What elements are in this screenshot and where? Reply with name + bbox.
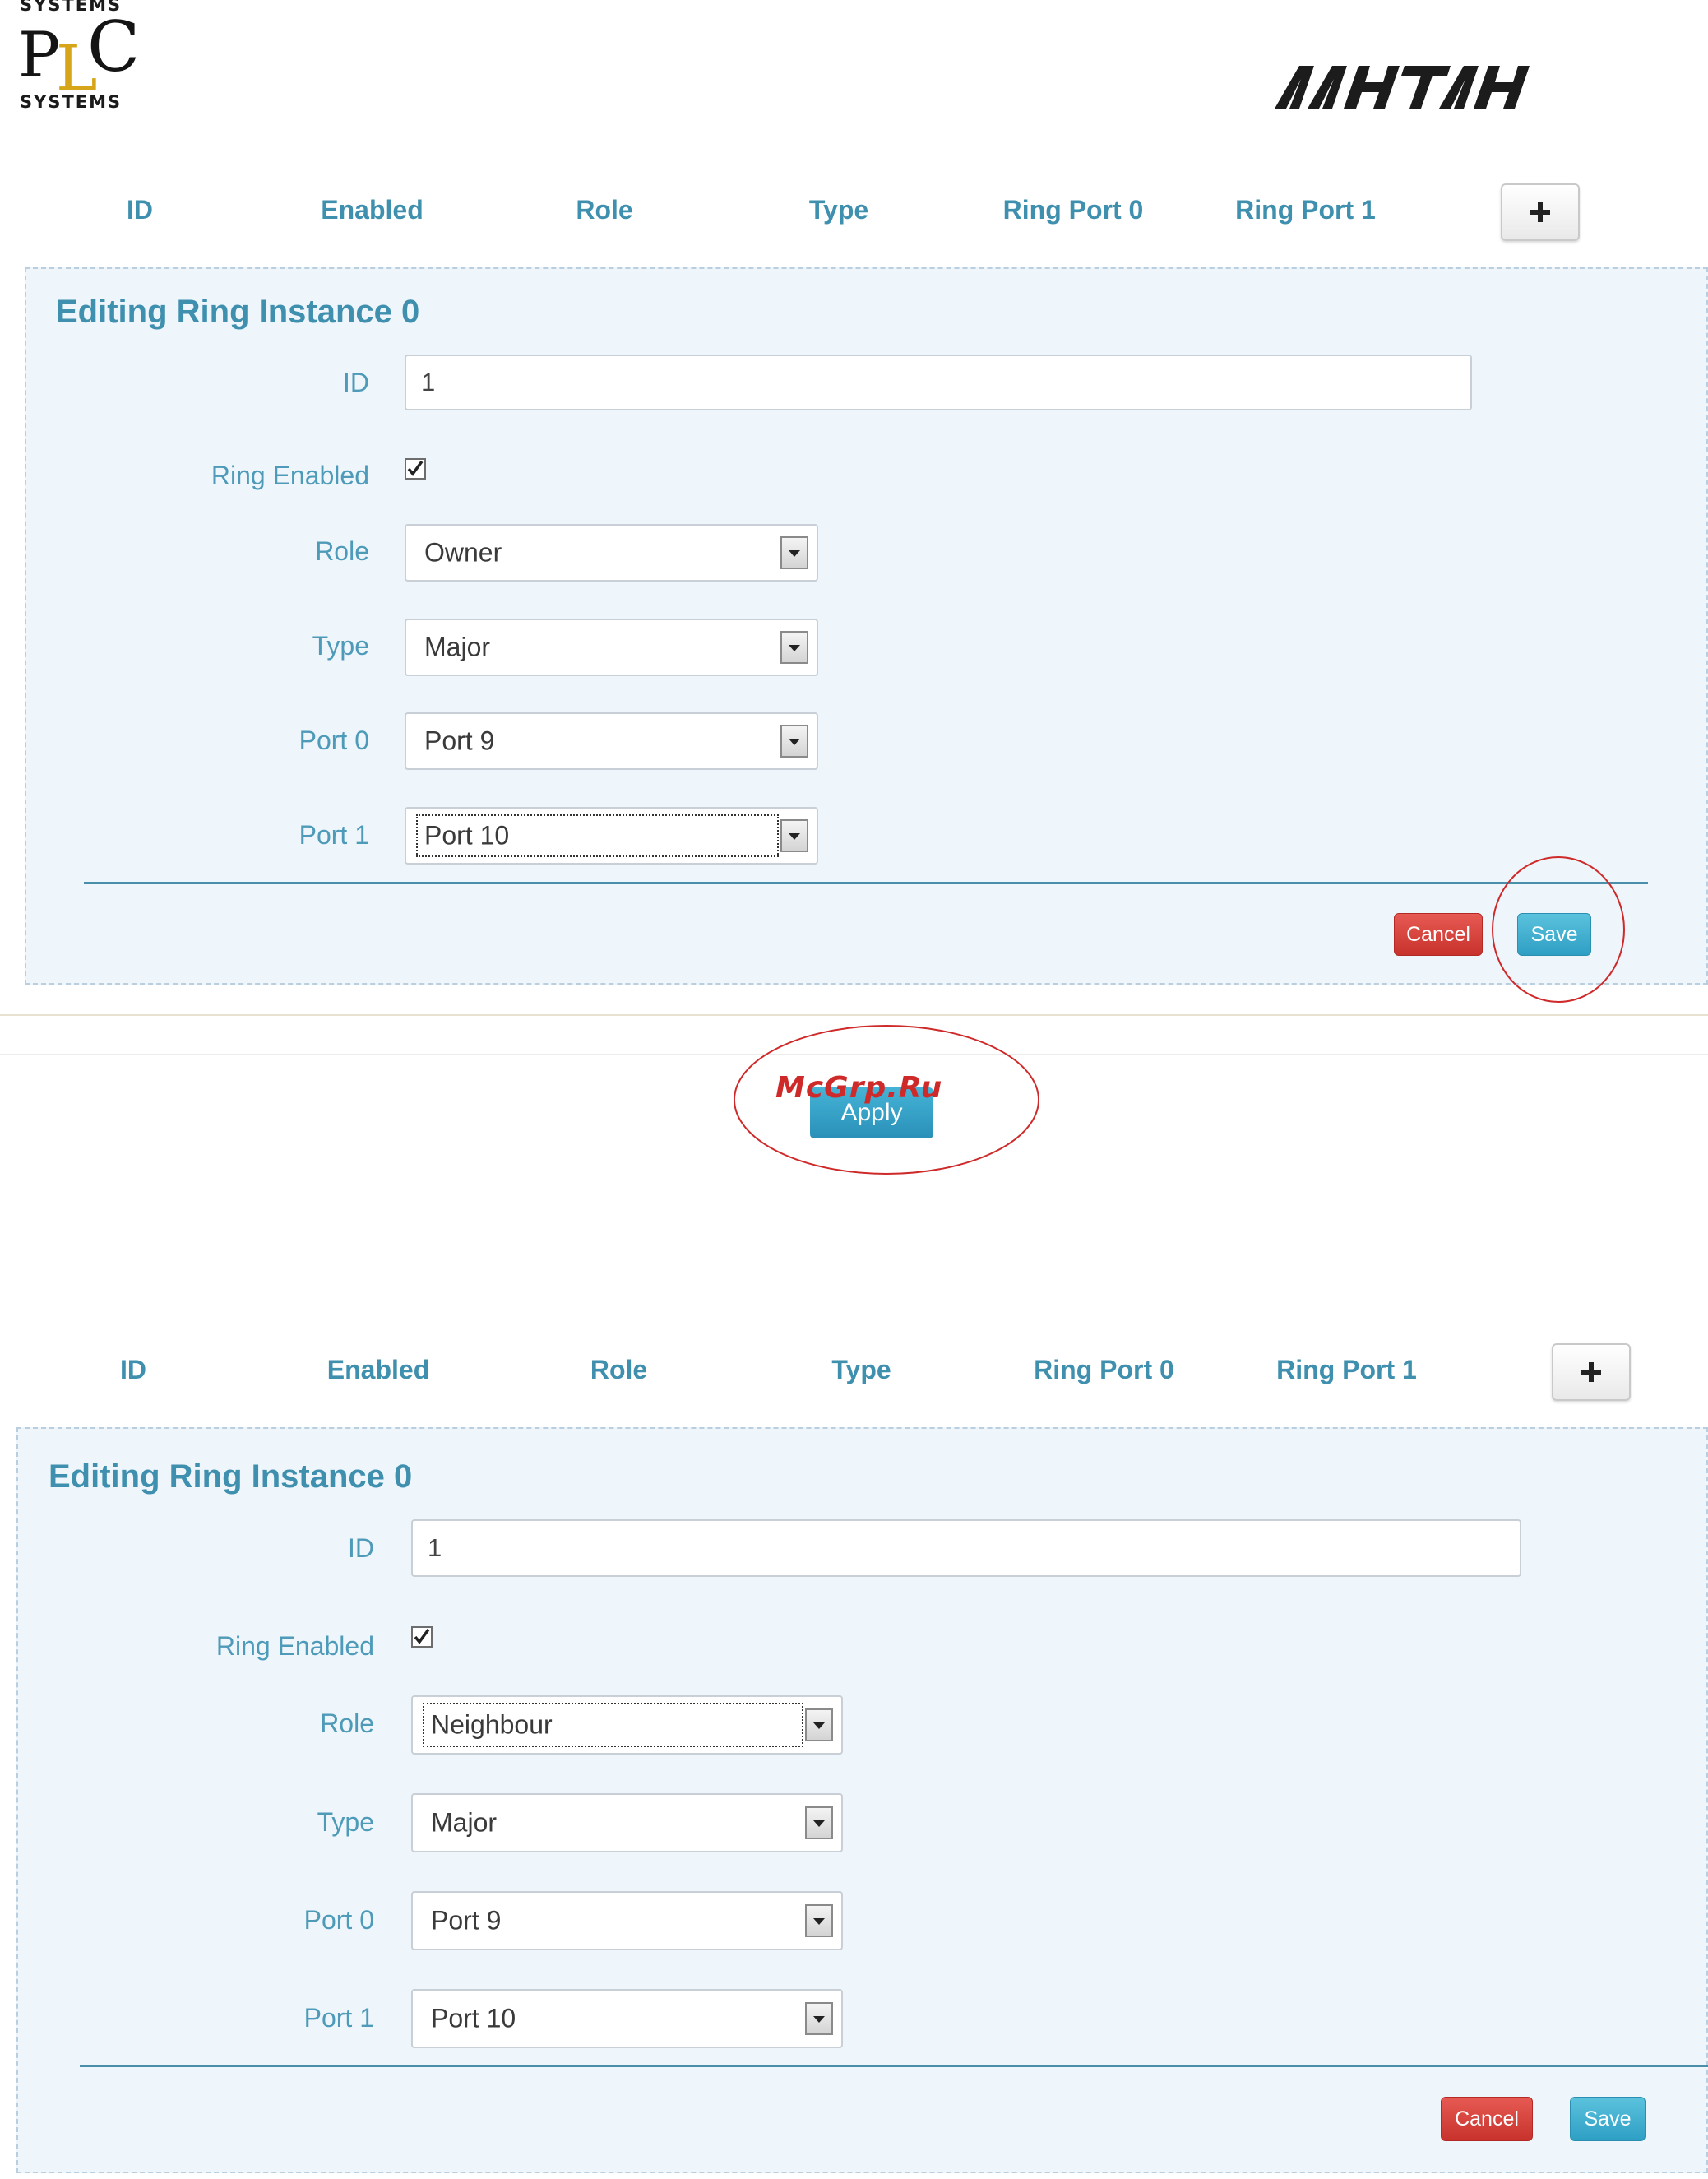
- port-1-select[interactable]: Port 10: [411, 1989, 843, 2048]
- chevron-down-icon[interactable]: [805, 1806, 833, 1839]
- chevron-down-icon[interactable]: [805, 2002, 833, 2035]
- type-select-value: Major: [424, 632, 491, 662]
- ring-editor-panel-bottom: Editing Ring Instance 0 ID 1 Ring Enable…: [16, 1427, 1708, 2173]
- role-label: Role: [315, 536, 369, 566]
- checkmark-icon: [407, 460, 424, 476]
- column-header-id[interactable]: ID: [90, 177, 189, 243]
- port-1-select[interactable]: Port 10: [405, 807, 818, 865]
- ring-table-header: ID Enabled Role Type Ring Port 0 Ring Po…: [0, 177, 1708, 243]
- form-divider: [84, 882, 1648, 884]
- column-header-ring-port-0[interactable]: Ring Port 0: [1016, 1337, 1192, 1402]
- section-separator-bottom: [0, 1054, 1708, 1055]
- type-label: Type: [317, 1807, 374, 1837]
- role-select-value: Neighbour: [431, 1709, 553, 1740]
- section-separator-top: [0, 1014, 1708, 1016]
- port-0-select-value: Port 9: [424, 726, 495, 756]
- chevron-down-icon[interactable]: [780, 725, 808, 758]
- ring-editor-panel-top: Editing Ring Instance 0 ID 1 Ring Enable…: [25, 267, 1708, 985]
- save-button[interactable]: Save: [1517, 913, 1591, 956]
- id-label: ID: [343, 368, 369, 397]
- column-header-enabled[interactable]: Enabled: [300, 1337, 456, 1402]
- plc-systems-logo: SYSTEMS P L C SYSTEMS: [16, 0, 140, 115]
- save-button[interactable]: Save: [1570, 2097, 1646, 2141]
- editor-title: Editing Ring Instance 0: [56, 294, 420, 330]
- role-label: Role: [320, 1708, 374, 1738]
- ring-enabled-label: Ring Enabled: [211, 461, 369, 490]
- chevron-down-icon[interactable]: [780, 631, 808, 664]
- ring-enabled-label: Ring Enabled: [215, 1631, 374, 1661]
- logo-bottom-text: SYSTEMS: [20, 92, 123, 112]
- column-header-type[interactable]: Type: [773, 177, 905, 243]
- role-select[interactable]: Neighbour: [411, 1695, 843, 1755]
- type-label: Type: [312, 631, 369, 661]
- logo-letters: P L C: [18, 7, 141, 104]
- chevron-down-icon[interactable]: [780, 819, 808, 852]
- port-0-select[interactable]: Port 9: [405, 712, 818, 770]
- column-header-role[interactable]: Role: [555, 1337, 683, 1402]
- role-select-value: Owner: [424, 537, 502, 568]
- port-0-select-value: Port 9: [431, 1905, 502, 1936]
- chevron-down-icon[interactable]: [780, 536, 808, 569]
- port-1-label: Port 1: [299, 820, 369, 850]
- id-input[interactable]: 1: [405, 355, 1472, 410]
- port-0-select[interactable]: Port 9: [411, 1891, 843, 1950]
- plus-icon: [1581, 1362, 1601, 1382]
- port-1-label: Port 1: [303, 2003, 374, 2033]
- watermark-text: McGrp.Ru: [775, 1071, 943, 1105]
- chevron-down-icon[interactable]: [805, 1904, 833, 1937]
- column-header-type[interactable]: Type: [794, 1337, 929, 1402]
- id-label: ID: [348, 1533, 374, 1563]
- add-ring-button[interactable]: [1501, 183, 1580, 241]
- column-header-ring-port-1[interactable]: Ring Port 1: [1258, 1337, 1435, 1402]
- checkmark-icon: [414, 1628, 430, 1644]
- ring-table-header-2: ID Enabled Role Type Ring Port 0 Ring Po…: [0, 1337, 1708, 1402]
- add-ring-button[interactable]: [1552, 1343, 1631, 1401]
- chevron-down-icon[interactable]: [805, 1708, 833, 1741]
- column-header-enabled[interactable]: Enabled: [296, 177, 448, 243]
- ring-enabled-checkbox[interactable]: [405, 458, 426, 480]
- ring-enabled-checkbox[interactable]: [411, 1626, 433, 1648]
- port-0-label: Port 0: [299, 726, 369, 755]
- port-1-select-value: Port 10: [431, 2003, 516, 2033]
- form-divider: [80, 2065, 1708, 2067]
- editor-title: Editing Ring Instance 0: [49, 1458, 413, 1495]
- id-input[interactable]: 1: [411, 1519, 1521, 1577]
- plus-icon: [1530, 202, 1550, 222]
- type-select-value: Major: [431, 1807, 498, 1838]
- role-select[interactable]: Owner: [405, 524, 818, 582]
- column-header-ring-port-1[interactable]: Ring Port 1: [1221, 177, 1390, 243]
- logo-letter-c: C: [87, 7, 141, 87]
- logo-letter-p: P: [18, 18, 61, 91]
- port-0-label: Port 0: [303, 1905, 374, 1935]
- cancel-button[interactable]: Cancel: [1441, 2097, 1533, 2141]
- column-header-ring-port-0[interactable]: Ring Port 0: [987, 177, 1159, 243]
- column-header-id[interactable]: ID: [84, 1337, 183, 1402]
- cancel-button[interactable]: Cancel: [1394, 913, 1483, 956]
- type-select[interactable]: Major: [405, 619, 818, 676]
- lantan-brand-logo: [1275, 66, 1530, 109]
- port-1-select-value: Port 10: [424, 820, 510, 851]
- column-header-role[interactable]: Role: [543, 177, 666, 243]
- type-select[interactable]: Major: [411, 1793, 843, 1852]
